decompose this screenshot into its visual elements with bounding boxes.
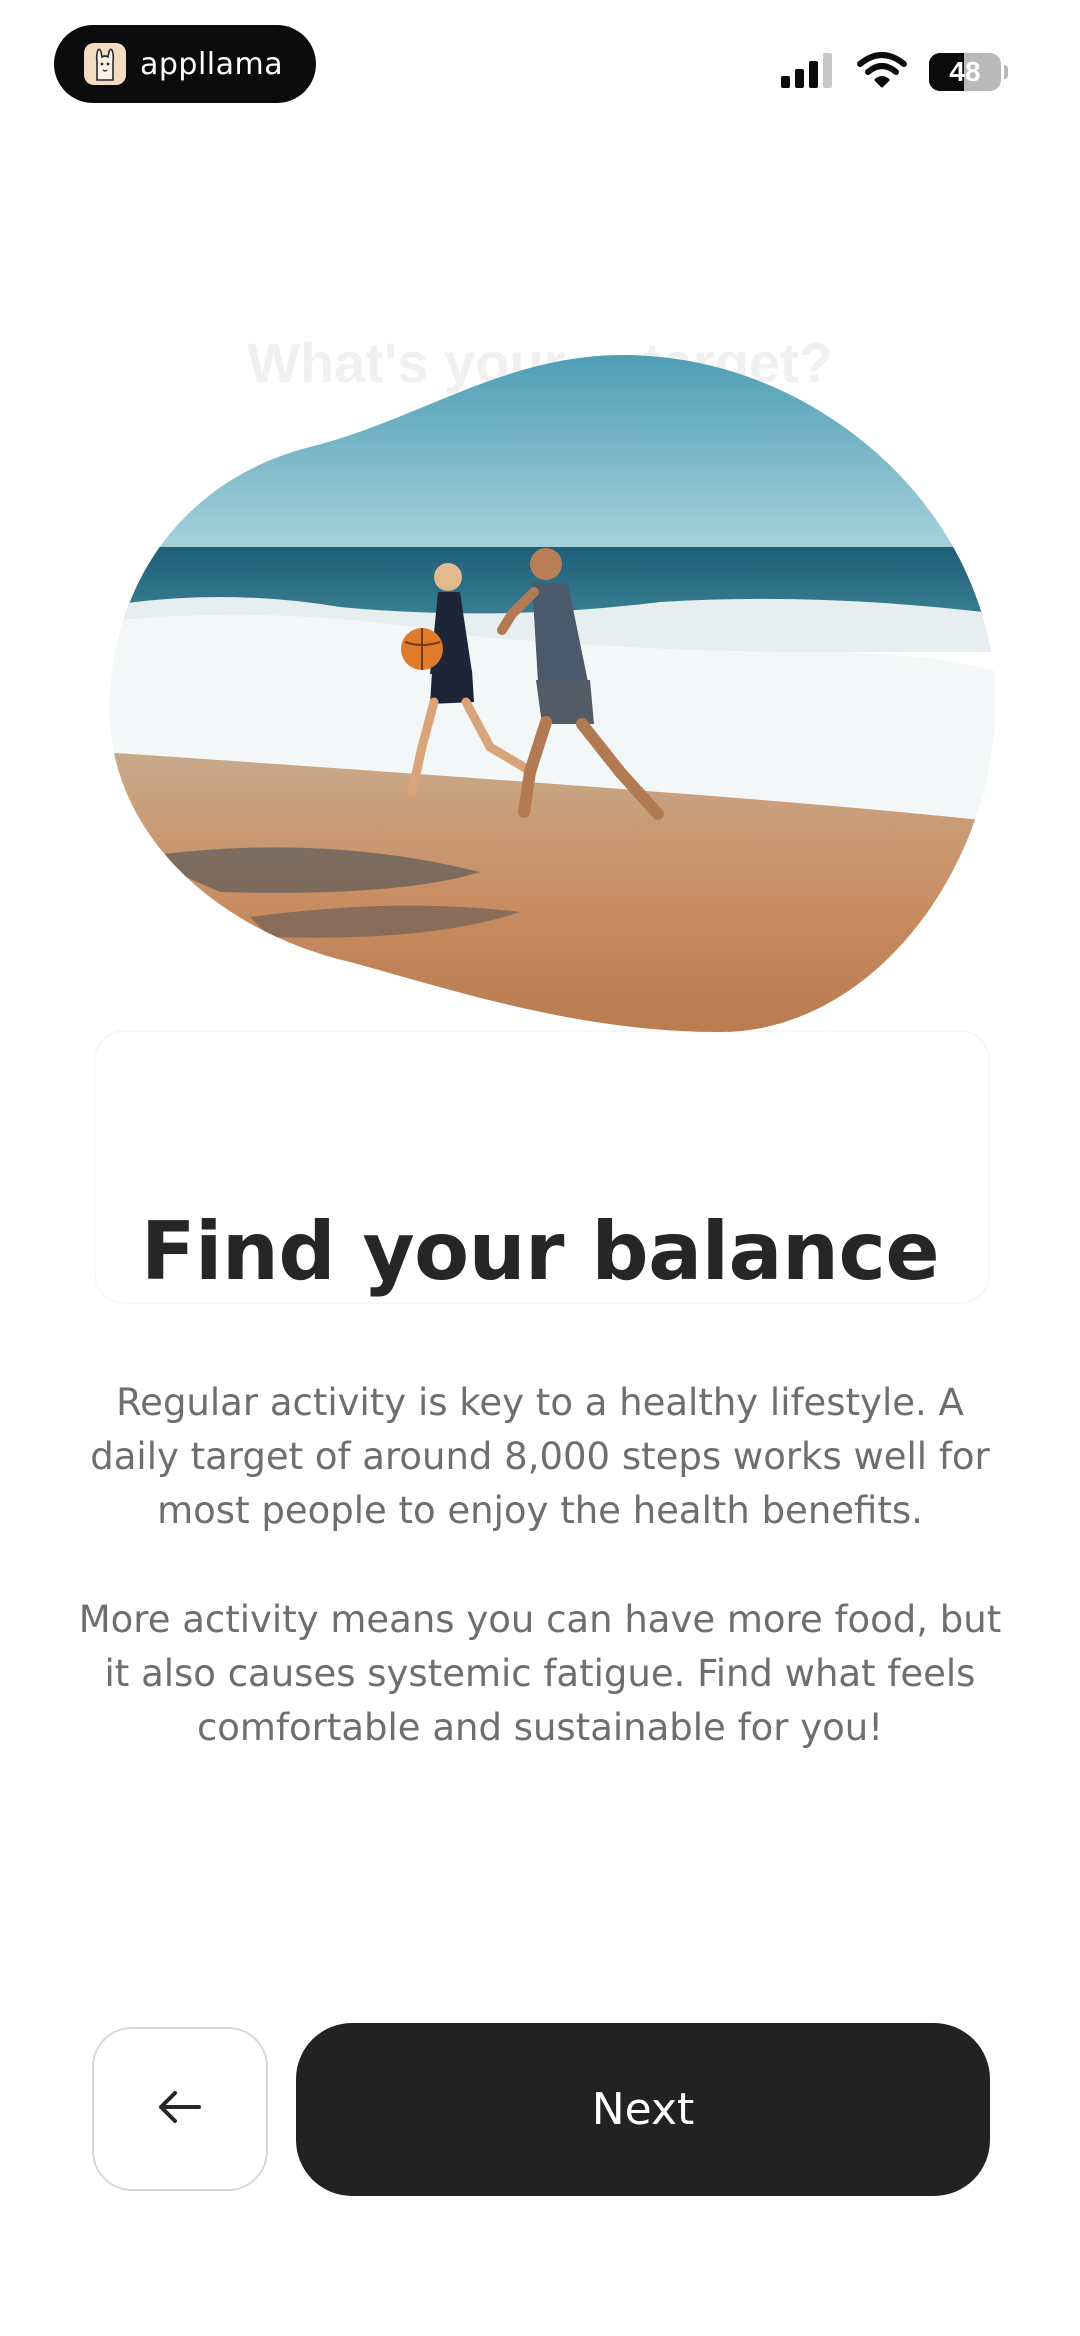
next-button[interactable]: Next [296,2023,990,2196]
description-paragraph-1: Regular activity is key to a healthy lif… [90,1381,990,1532]
hero-beach-photo [100,352,1000,1033]
app-name-label: appllama [140,46,284,82]
cellular-signal-icon [781,52,835,92]
back-button[interactable] [92,2027,268,2191]
battery-icon: 48 [929,53,1008,91]
arrow-left-icon [157,2089,203,2129]
battery-level-text: 48 [949,56,981,87]
description-paragraph-2: More activity means you can have more fo… [78,1598,1002,1749]
llama-logo-icon [84,43,126,85]
status-bar: appllama 48 [0,0,1080,140]
wifi-icon [857,52,907,92]
app-switcher-pill[interactable]: appllama [54,25,316,103]
page-title: Find your balance [140,1205,940,1298]
